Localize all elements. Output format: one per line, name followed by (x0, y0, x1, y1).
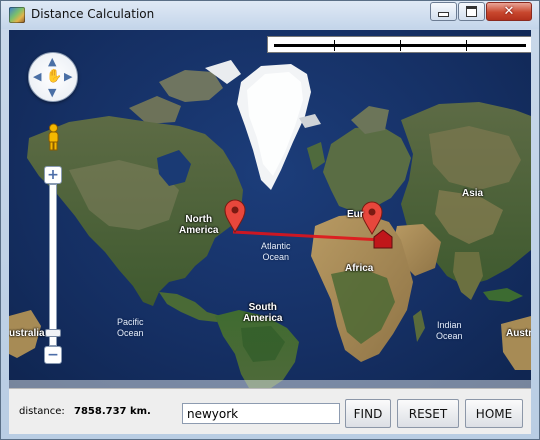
app-icon (9, 7, 25, 23)
label-south-america: South America (243, 302, 283, 324)
close-button[interactable]: ✕ (486, 2, 532, 21)
map-view[interactable]: ▲ ▼ ◀ ▶ ✋ + − North America Atlantic Oce… (9, 30, 531, 388)
minimize-icon (438, 12, 449, 17)
window-title: Distance Calculation (31, 7, 155, 21)
destination-marker-icon (361, 201, 383, 235)
close-icon: ✕ (503, 4, 515, 19)
route-line (232, 230, 383, 242)
home-button[interactable]: HOME (465, 399, 523, 428)
label-north-america: North America (179, 214, 219, 236)
distance-value: 7858.737 km. (74, 406, 151, 417)
label-africa: Africa (345, 263, 374, 274)
newyork-marker-icon (224, 199, 246, 233)
app-window: Distance Calculation ✕ ▲ ▼ ◀ ▶ ✋ + − Nor… (0, 0, 540, 440)
label-indian-ocean: Indian Ocean (436, 320, 463, 341)
maximize-button[interactable] (458, 2, 485, 21)
label-atlantic-ocean: Atlantic Ocean (261, 241, 291, 262)
label-asia: Asia (462, 188, 484, 199)
label-europe: Eur (347, 209, 364, 220)
maximize-icon (466, 6, 477, 17)
label-australia-right: Austr (506, 328, 531, 339)
home-marker-icon (373, 229, 393, 249)
label-pacific-ocean: Pacific Ocean (117, 317, 144, 338)
label-australia-left: ustralia (9, 328, 45, 339)
minimize-button[interactable] (430, 2, 457, 21)
bottom-bar: distance: 7858.737 km. FIND RESET HOME (9, 388, 531, 434)
title-bar: Distance Calculation ✕ (1, 1, 539, 29)
reset-button[interactable]: RESET (397, 399, 459, 428)
find-button[interactable]: FIND (345, 399, 391, 428)
location-input[interactable] (182, 403, 340, 424)
distance-label: distance: (19, 406, 65, 417)
